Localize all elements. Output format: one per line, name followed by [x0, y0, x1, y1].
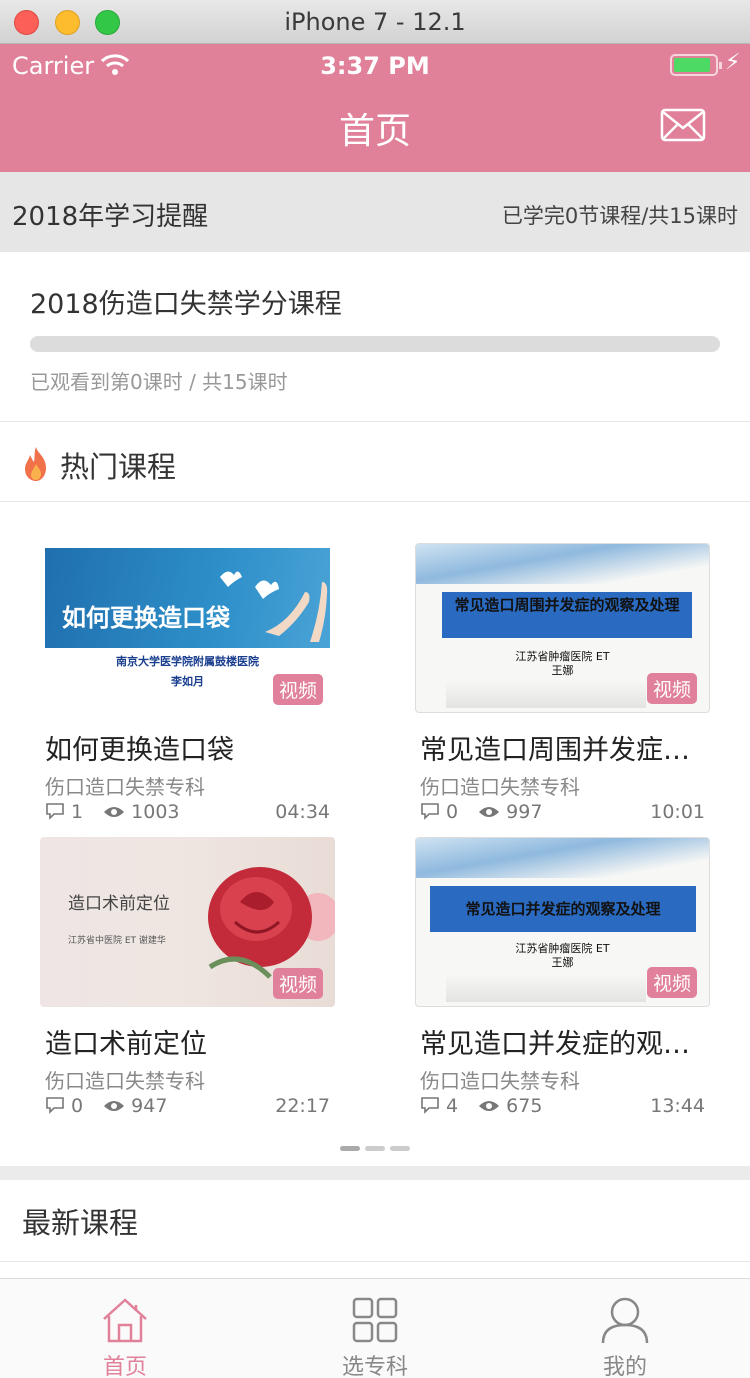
comment-icon: [46, 1097, 64, 1114]
reminder-title: 2018年学习提醒: [12, 202, 209, 232]
comment-count: 0: [446, 801, 459, 823]
course-card[interactable]: 常见造口并发症的观察及处理 江苏省肿瘤医院 ET 王娜 视频 常见造口并发症的观…: [415, 837, 715, 1127]
course-duration: 04:34: [275, 801, 330, 823]
course-thumbnail[interactable]: 常见造口并发症的观察及处理 江苏省肿瘤医院 ET 王娜 视频: [415, 837, 710, 1007]
window-title: iPhone 7 - 12.1: [284, 8, 466, 36]
tab-home[interactable]: 首页: [0, 1279, 250, 1378]
comment-icon: [46, 803, 64, 820]
view-count: 675: [506, 1095, 543, 1117]
eye-icon: [479, 1101, 500, 1111]
thumbnail-top-wave: [416, 838, 709, 878]
tab-specialty-label: 选专科: [341, 1355, 408, 1378]
course-title: 如何更换造口袋: [45, 735, 234, 766]
flame-icon: [25, 447, 46, 481]
thumbnail-heading: 造口术前定位: [68, 894, 170, 914]
thumbnail-org: 江苏省中医院 ET 谢建华: [68, 936, 166, 946]
page-dot[interactable]: [390, 1146, 410, 1151]
page-dot[interactable]: [365, 1146, 385, 1151]
course-stats: 4 675: [420, 1095, 542, 1117]
hot-courses-header: 热门课程: [0, 424, 750, 502]
home-icon: [103, 1298, 147, 1343]
window-title-bar: iPhone 7 - 12.1: [0, 0, 750, 44]
page-title: 首页: [338, 111, 411, 152]
charging-icon: ⚡: [725, 50, 741, 75]
thumbnail-skyline: [446, 974, 646, 1002]
section-divider: [0, 1166, 750, 1180]
view-count: 1003: [131, 801, 180, 823]
doves-hands-illustration: [220, 571, 328, 642]
course-duration: 22:17: [275, 1095, 330, 1117]
comment-count: 1: [71, 801, 84, 823]
grid-icon: [352, 1297, 398, 1343]
tab-home-label: 首页: [102, 1355, 147, 1378]
video-badge: 视频: [646, 673, 697, 704]
eye-icon: [479, 807, 500, 817]
course-stats: 0 947: [45, 1095, 167, 1117]
video-badge: 视频: [272, 968, 323, 999]
course-card[interactable]: 造口术前定位 江苏省中医院 ET 谢建华 视频 造口术前定位 伤口造口失禁专科 …: [40, 837, 340, 1127]
course-progress-text: 已观看到第0课时 / 共15课时: [30, 370, 288, 394]
app-header: Carrier 3:37 PM ⚡ 首页: [0, 44, 750, 172]
page-dot-active[interactable]: [340, 1146, 360, 1151]
eye-icon: [104, 807, 125, 817]
course-card[interactable]: 如何更换造口袋 南京大学医学院附属鼓楼医院 李如月 视频 如何更换造口袋 伤口造…: [40, 543, 340, 833]
course-card[interactable]: 常见造口周围并发症的观察及处理 江苏省肿瘤医院 ET 王娜 视频 常见造口周围并…: [415, 543, 715, 833]
course-thumbnail[interactable]: 造口术前定位 江苏省中医院 ET 谢建华 视频: [40, 837, 335, 1007]
study-reminder-bar: 2018年学习提醒 已学完0节课程/共15课时: [0, 172, 750, 252]
course-title: 常见造口并发症的观…: [420, 1029, 690, 1060]
course-progress-card[interactable]: 2018伤造口失禁学分课程 已观看到第0课时 / 共15课时: [0, 252, 750, 422]
status-time: 3:37 PM: [320, 52, 430, 80]
tab-mine[interactable]: 我的: [500, 1279, 750, 1378]
thumbnail-heading: 常见造口周围并发症的观察及处理: [442, 592, 692, 638]
latest-courses-header: 最新课程: [0, 1180, 750, 1262]
view-count: 947: [131, 1095, 168, 1117]
tab-specialty[interactable]: 选专科: [250, 1279, 500, 1378]
hot-courses-title: 热门课程: [60, 450, 177, 484]
latest-courses-title: 最新课程: [22, 1206, 139, 1240]
course-stats: 1 1003: [45, 801, 180, 823]
course-title: 造口术前定位: [45, 1029, 207, 1060]
thumbnail-heading: 如何更换造口袋: [62, 604, 230, 632]
eye-icon: [104, 1101, 125, 1111]
thumbnail-top-wave: [416, 544, 709, 584]
comment-icon: [421, 1097, 439, 1114]
comment-count: 0: [71, 1095, 84, 1117]
user-icon: [601, 1297, 649, 1344]
course-duration: 13:44: [650, 1095, 705, 1117]
mail-icon[interactable]: [660, 108, 706, 142]
video-badge: 视频: [646, 967, 697, 998]
view-count: 997: [506, 801, 543, 823]
reminder-summary: 已学完0节课程/共15课时: [501, 204, 738, 228]
course-name: 2018伤造口失禁学分课程: [30, 289, 342, 320]
course-category: 伤口造口失禁专科: [420, 775, 580, 799]
course-category: 伤口造口失禁专科: [420, 1069, 580, 1093]
course-progress-bar: [30, 336, 720, 352]
battery-icon: [670, 54, 722, 76]
course-thumbnail[interactable]: 如何更换造口袋 南京大学医学院附属鼓楼医院 李如月 视频: [40, 543, 335, 713]
course-category: 伤口造口失禁专科: [45, 775, 205, 799]
video-badge: 视频: [272, 674, 323, 705]
comment-count: 4: [446, 1095, 459, 1117]
comment-icon: [421, 803, 439, 820]
course-thumbnail[interactable]: 常见造口周围并发症的观察及处理 江苏省肿瘤医院 ET 王娜 视频: [415, 543, 710, 713]
course-category: 伤口造口失禁专科: [45, 1069, 205, 1093]
tab-bar: 首页 选专科 我的: [0, 1278, 750, 1378]
thumbnail-org: 南京大学医学院附属鼓楼医院: [116, 655, 259, 668]
carousel-page-indicator[interactable]: [340, 1146, 412, 1152]
course-title: 常见造口周围并发症…: [420, 735, 690, 766]
course-duration: 10:01: [650, 801, 705, 823]
thumbnail-skyline: [446, 680, 646, 708]
course-stats: 0 997: [420, 801, 542, 823]
thumbnail-heading: 常见造口并发症的观察及处理: [430, 886, 696, 932]
tab-mine-label: 我的: [602, 1355, 647, 1378]
